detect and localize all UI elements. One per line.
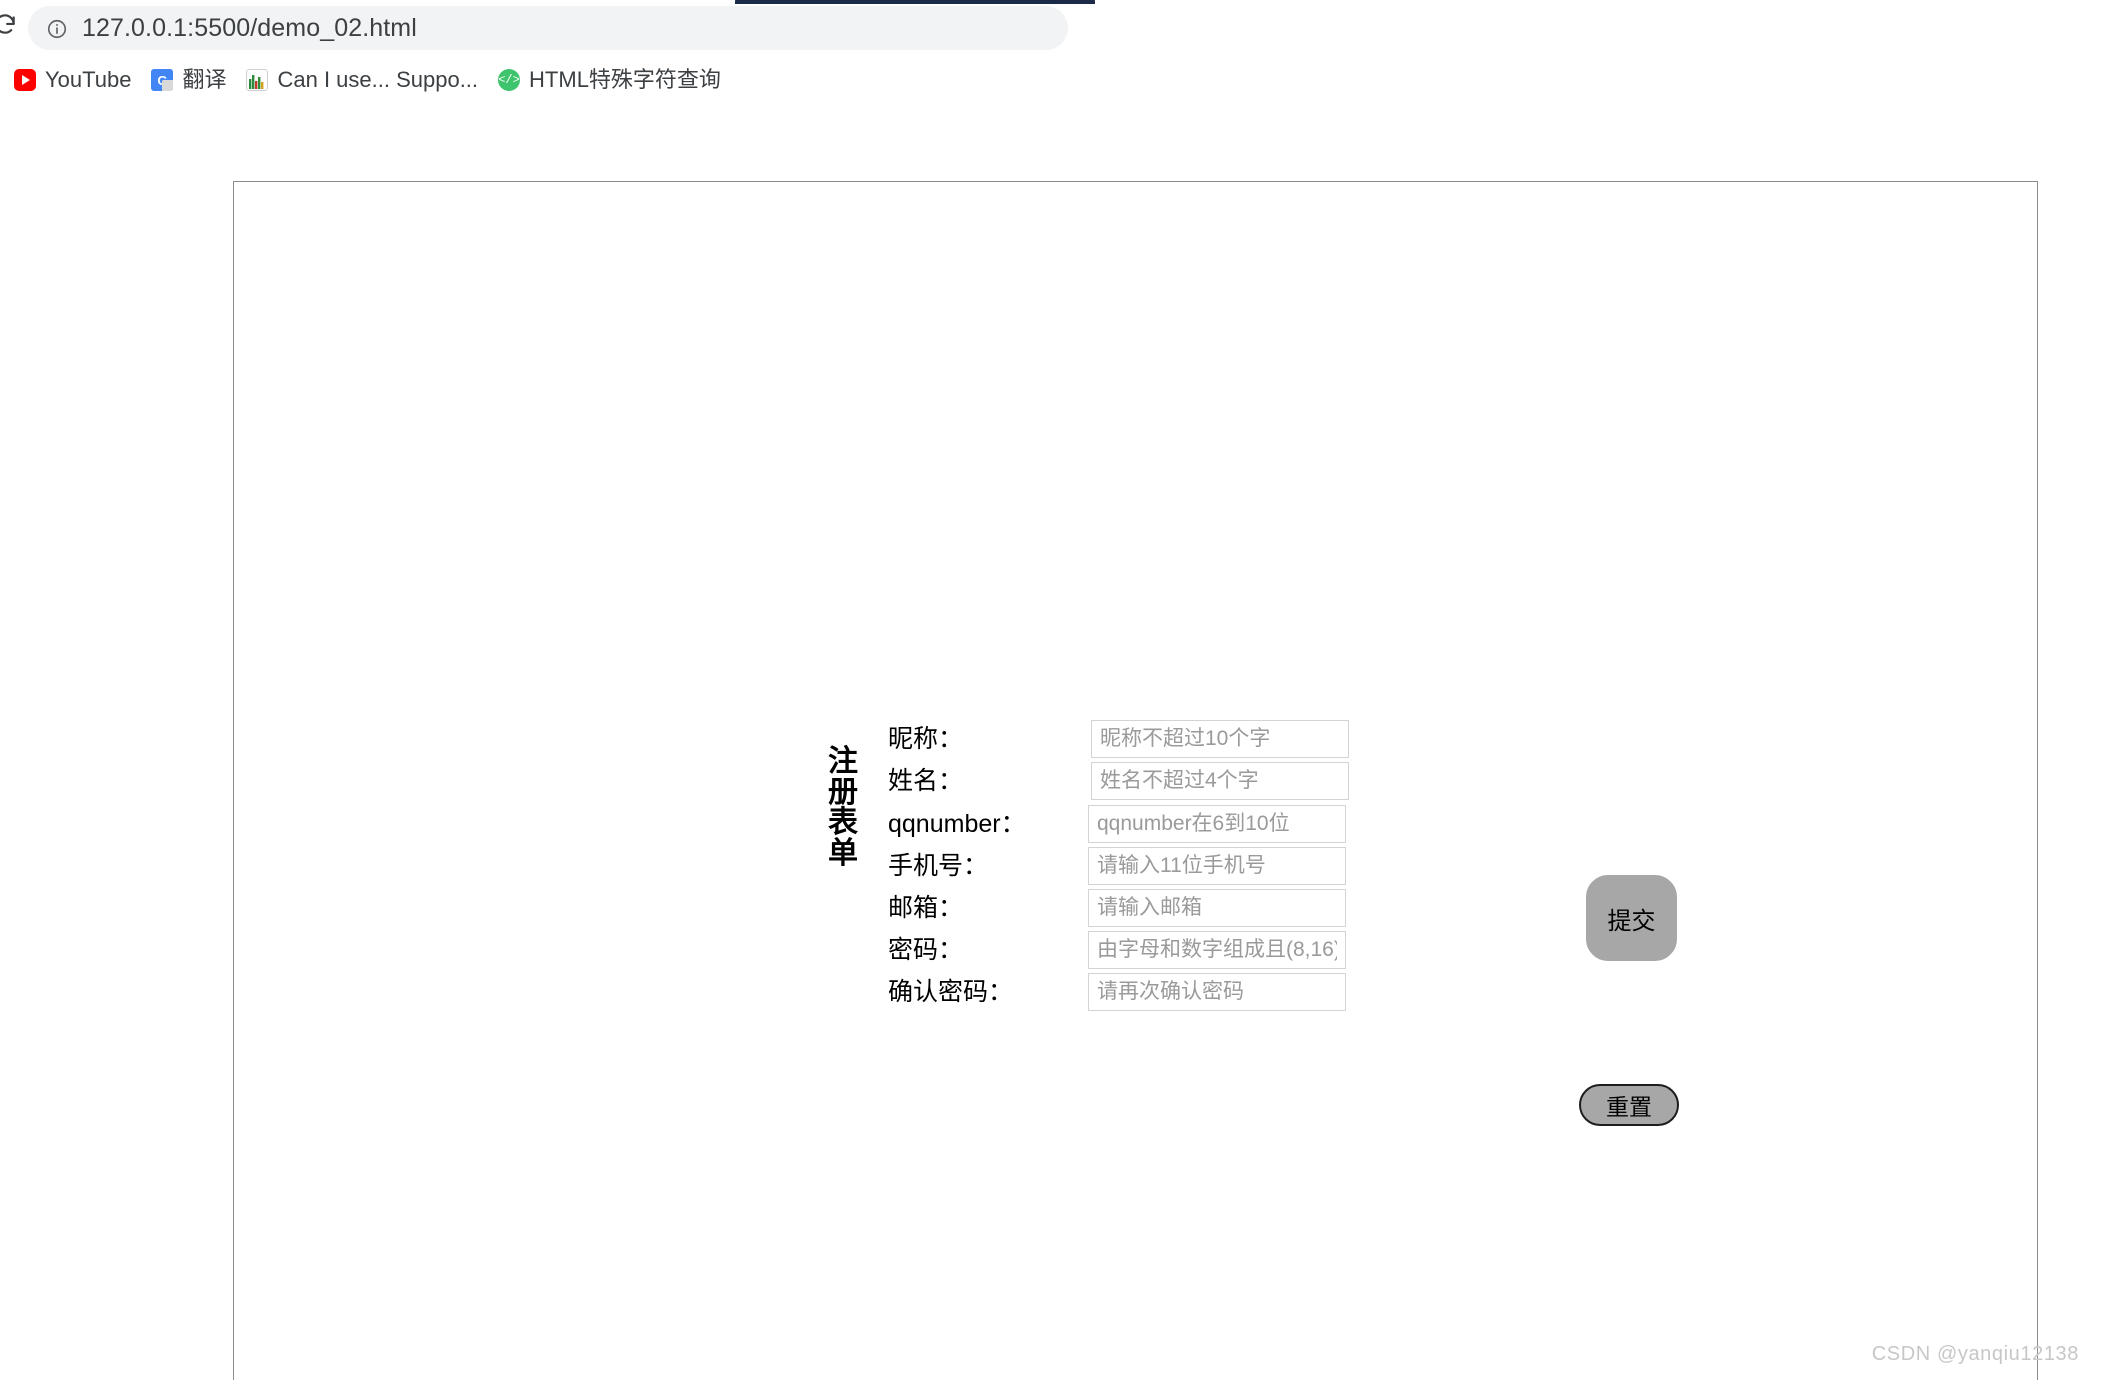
submit-button[interactable]: 提交: [1586, 875, 1677, 961]
address-bar-url[interactable]: 127.0.0.1:5500/demo_02.html: [82, 9, 417, 47]
label-password: 密码：: [888, 936, 964, 964]
page-viewport: 注册表单 昵称： 姓名： qqnumber： 手机号：: [0, 104, 2101, 1380]
input-realname[interactable]: [1091, 762, 1349, 800]
bookmark-label: 翻译: [182, 67, 227, 92]
browser-chrome: 127.0.0.1:5500/demo_02.html YouTube G 翻译: [0, 0, 2101, 104]
form-row-realname: 姓名：: [823, 761, 1593, 801]
caniuse-icon: [246, 69, 269, 91]
browser-tab-strip-sliver[interactable]: [735, 0, 1095, 4]
bookmark-label: HTML特殊字符查询: [529, 67, 721, 92]
info-circle-icon[interactable]: [46, 18, 68, 40]
youtube-icon: [14, 69, 36, 91]
label-nickname: 昵称：: [888, 725, 964, 753]
page-content-container: 注册表单 昵称： 姓名： qqnumber： 手机号：: [233, 181, 2038, 1380]
input-password[interactable]: [1088, 931, 1346, 969]
input-confirm-password[interactable]: [1088, 973, 1346, 1011]
watermark: CSDN @yanqiu12138: [1871, 1343, 2079, 1365]
bookmark-youtube[interactable]: YouTube: [6, 62, 139, 98]
input-email[interactable]: [1088, 889, 1346, 927]
input-nickname[interactable]: [1091, 720, 1349, 758]
bookmark-html-entities[interactable]: </> HTML特殊字符查询: [490, 62, 729, 98]
bookmark-translate[interactable]: G 翻译: [143, 62, 234, 98]
form-row-password: 密码：: [823, 930, 1593, 970]
html-entities-icon: </>: [498, 69, 521, 91]
google-translate-icon: G: [151, 69, 174, 91]
label-email: 邮箱：: [888, 894, 964, 922]
reload-icon[interactable]: [0, 12, 18, 38]
form-row-phone: 手机号：: [823, 846, 1593, 886]
form-row-qqnumber: qqnumber：: [823, 804, 1593, 844]
bookmarks-bar: YouTube G 翻译 Can I use... Suppo... </> H…: [0, 58, 2101, 102]
label-qqnumber: qqnumber：: [888, 810, 1026, 838]
bookmark-caniuse[interactable]: Can I use... Suppo...: [238, 62, 486, 98]
bookmark-label: Can I use... Suppo...: [277, 67, 479, 92]
label-realname: 姓名：: [888, 767, 964, 795]
reset-button[interactable]: 重置: [1579, 1084, 1679, 1126]
bookmark-label: YouTube: [45, 67, 132, 92]
label-confirm-password: 确认密码：: [888, 978, 1014, 1006]
form-row-confirm-password: 确认密码：: [823, 972, 1593, 1012]
input-qqnumber[interactable]: [1088, 805, 1346, 843]
label-phone: 手机号：: [888, 852, 989, 880]
form-row-nickname: 昵称：: [823, 719, 1593, 759]
form-row-email: 邮箱：: [823, 888, 1593, 928]
input-phone[interactable]: [1088, 847, 1346, 885]
